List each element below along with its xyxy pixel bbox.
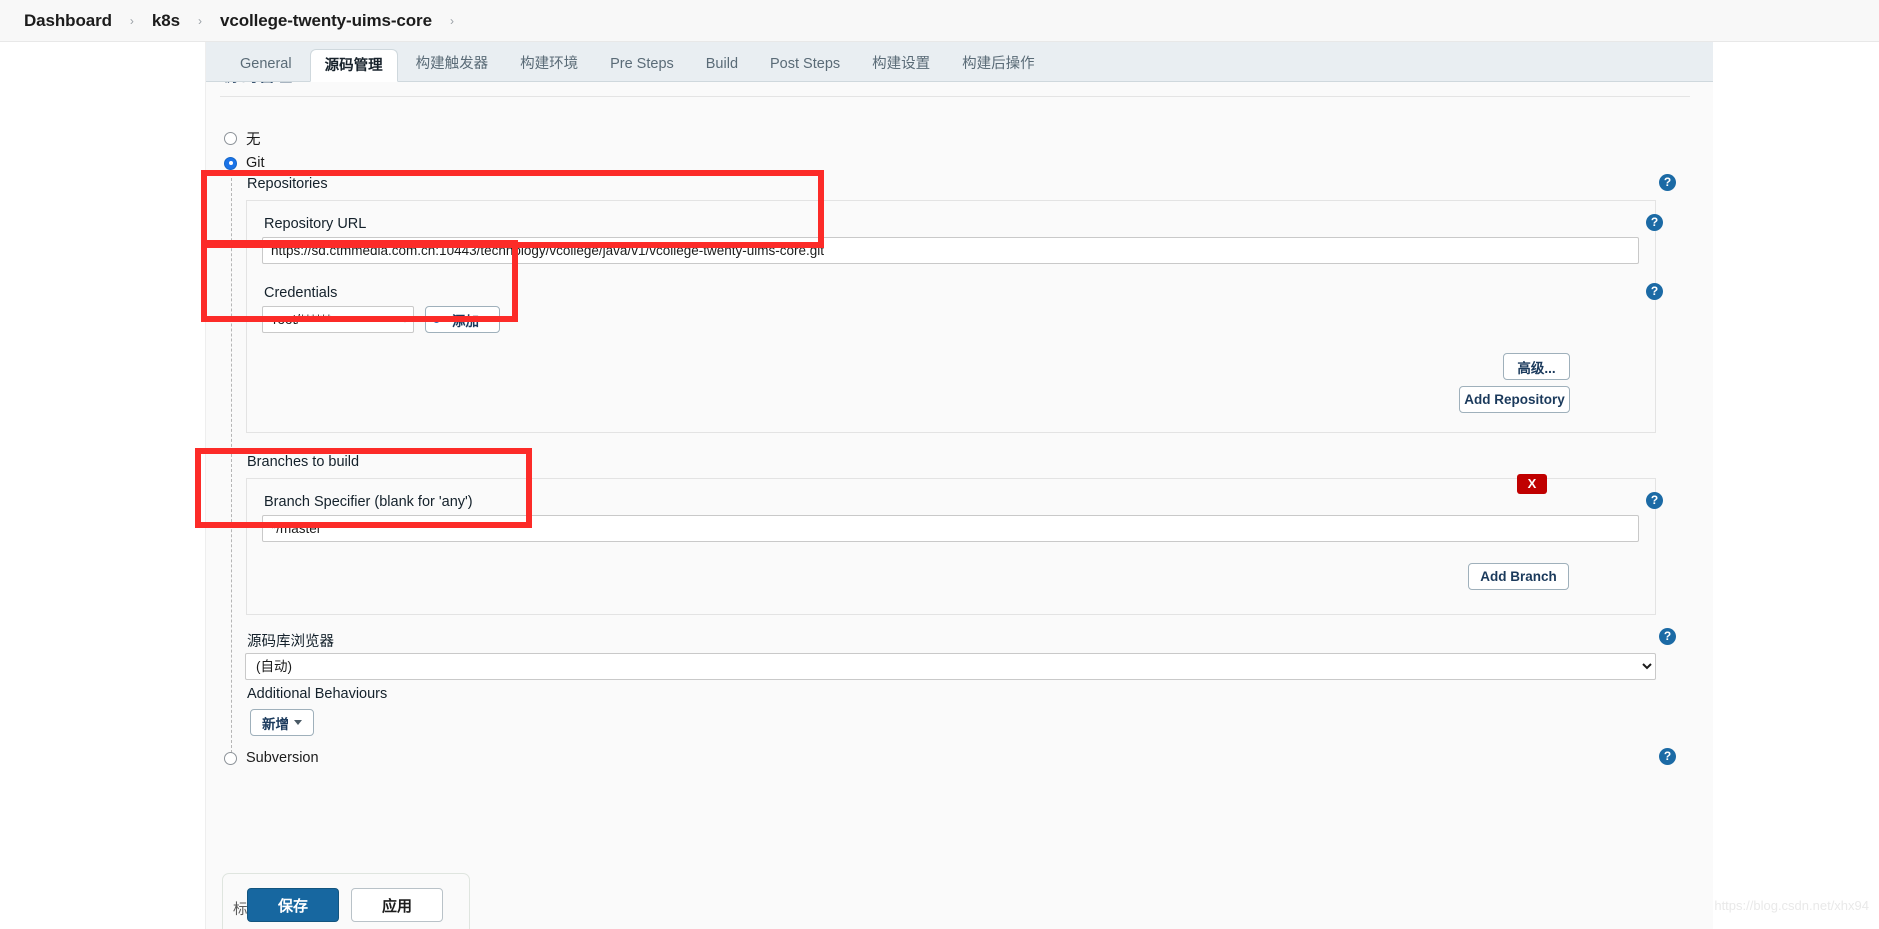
repo-browser-label: 源码库浏览器 xyxy=(247,634,334,650)
breadcrumb-item-k8s[interactable]: k8s xyxy=(146,11,186,31)
save-action-bar: 标 保存 应用 xyxy=(222,873,470,929)
tab-post-build-actions[interactable]: 构建后操作 xyxy=(948,48,1049,81)
add-credentials-button[interactable]: 添加 xyxy=(425,306,500,333)
scm-option-subversion-label: Subversion xyxy=(246,750,319,766)
scm-option-subversion[interactable]: Subversion xyxy=(224,750,319,766)
advanced-button[interactable]: 高级... xyxy=(1503,353,1570,380)
chevron-down-icon xyxy=(484,317,492,322)
tab-general[interactable]: General xyxy=(226,48,306,81)
add-behaviour-label: 新增 xyxy=(262,716,289,732)
heading-divider xyxy=(220,96,1690,97)
save-button-label: 保存 xyxy=(277,897,308,915)
scm-option-none-label: 无 xyxy=(246,132,261,148)
scm-form: 源码管理 无 Git Repositories ? Repository URL xyxy=(206,82,1713,929)
radio-subversion[interactable] xyxy=(224,751,237,765)
additional-behaviours-label: Additional Behaviours xyxy=(247,686,388,702)
tab-build-triggers[interactable]: 构建触发器 xyxy=(402,48,503,81)
add-branch-button[interactable]: Add Branch xyxy=(1468,563,1569,590)
chevron-down-icon xyxy=(294,720,302,725)
credentials-select[interactable]: root/****** xyxy=(262,306,414,333)
job-configure-panel: General 源码管理 构建触发器 构建环境 Pre Steps Build … xyxy=(205,42,1713,929)
tab-build-settings[interactable]: 构建设置 xyxy=(858,48,944,81)
breadcrumb: Dashboard › k8s › vcollege-twenty-uims-c… xyxy=(0,0,1879,42)
watermark: https://blog.csdn.net/xhx94 xyxy=(1714,898,1869,913)
scm-option-git-label: Git xyxy=(246,155,265,171)
scm-option-none[interactable]: 无 xyxy=(224,128,261,149)
branch-specifier-label: Branch Specifier (blank for 'any') xyxy=(264,494,473,510)
save-button[interactable]: 保存 xyxy=(247,888,339,922)
add-repository-button[interactable]: Add Repository xyxy=(1459,386,1570,413)
breadcrumb-item-dashboard[interactable]: Dashboard xyxy=(18,11,118,31)
breadcrumb-separator-icon: › xyxy=(129,13,134,28)
radio-git[interactable] xyxy=(224,156,237,170)
add-credentials-label: 添加 xyxy=(452,313,479,329)
key-icon xyxy=(433,315,447,325)
repository-url-input[interactable] xyxy=(262,237,1639,264)
help-icon-repositories[interactable]: ? xyxy=(1659,174,1676,191)
tab-pre-steps[interactable]: Pre Steps xyxy=(596,48,688,81)
breadcrumb-item-job[interactable]: vcollege-twenty-uims-core xyxy=(214,11,438,31)
git-block-guide xyxy=(231,178,232,758)
apply-button-label: 应用 xyxy=(381,897,412,915)
repo-browser-select[interactable]: (自动) xyxy=(245,653,1656,680)
apply-button[interactable]: 应用 xyxy=(351,888,443,922)
add-repository-button-label: Add Repository xyxy=(1464,392,1565,407)
breadcrumb-dropdown-icon[interactable]: › xyxy=(438,14,466,28)
section-heading: 源码管理 xyxy=(224,82,292,91)
help-icon-repository-url[interactable]: ? xyxy=(1646,214,1663,231)
help-icon-subversion[interactable]: ? xyxy=(1659,748,1676,765)
tab-source-management[interactable]: 源码管理 xyxy=(309,49,398,82)
page-body: General 源码管理 构建触发器 构建环境 Pre Steps Build … xyxy=(0,42,1879,929)
breadcrumb-separator-icon: › xyxy=(197,13,202,28)
repositories-legend: Repositories xyxy=(247,176,328,192)
tab-build[interactable]: Build xyxy=(692,48,752,81)
help-icon-repo-browser[interactable]: ? xyxy=(1659,628,1676,645)
radio-none[interactable] xyxy=(224,132,237,145)
help-icon-credentials[interactable]: ? xyxy=(1646,283,1663,300)
scm-option-git[interactable]: Git xyxy=(224,155,265,171)
config-tab-bar: General 源码管理 构建触发器 构建环境 Pre Steps Build … xyxy=(206,42,1713,82)
tab-post-steps[interactable]: Post Steps xyxy=(756,48,854,81)
add-branch-button-label: Add Branch xyxy=(1480,569,1557,584)
credentials-label: Credentials xyxy=(264,285,338,301)
right-blank-canvas xyxy=(1712,42,1879,929)
advanced-button-label: 高级... xyxy=(1517,360,1556,376)
save-bar-ghost-text: 标 xyxy=(233,902,248,918)
branches-legend: Branches to build xyxy=(247,454,360,470)
add-behaviour-button[interactable]: 新增 xyxy=(250,709,314,736)
branch-specifier-input[interactable] xyxy=(262,515,1639,542)
help-icon-branch-specifier[interactable]: ? xyxy=(1646,492,1663,509)
tab-build-environment[interactable]: 构建环境 xyxy=(506,48,592,81)
delete-branch-button[interactable]: X xyxy=(1517,474,1547,494)
repository-url-label: Repository URL xyxy=(264,216,367,232)
